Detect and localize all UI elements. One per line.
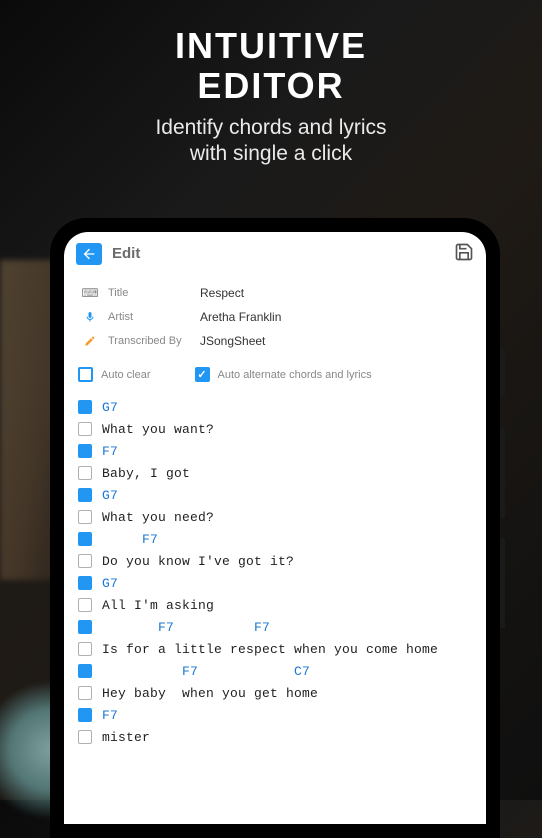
line-checkbox[interactable] — [78, 598, 92, 612]
phone-side-button — [500, 348, 505, 398]
meta-value: Aretha Franklin — [200, 310, 281, 324]
promo-title: INTUITIVE EDITOR — [0, 26, 542, 105]
meta-label: Title — [100, 287, 200, 299]
line-checkbox[interactable] — [78, 488, 92, 502]
song-line[interactable]: G7 — [78, 572, 478, 594]
line-checkbox[interactable] — [78, 730, 92, 744]
line-checkbox[interactable] — [78, 400, 92, 414]
microphone-icon — [80, 311, 100, 323]
auto-alternate-option[interactable]: Auto alternate chords and lyrics — [195, 367, 372, 382]
song-line[interactable]: mister — [78, 726, 478, 748]
auto-clear-option[interactable]: Auto clear — [78, 367, 151, 382]
song-line[interactable]: G7 — [78, 484, 478, 506]
song-line[interactable]: What you want? — [78, 418, 478, 440]
chord-text: F7 — [102, 532, 158, 547]
meta-value: Respect — [200, 286, 244, 300]
line-checkbox[interactable] — [78, 620, 92, 634]
option-label: Auto alternate chords and lyrics — [218, 369, 372, 381]
meta-title-row[interactable]: ⌨ Title Respect — [80, 281, 470, 305]
arrow-left-icon — [81, 246, 97, 262]
meta-label: Transcribed By — [100, 335, 200, 347]
song-metadata: ⌨ Title Respect Artist Aretha Franklin T… — [64, 273, 486, 357]
song-line[interactable]: F7 — [78, 440, 478, 462]
lyric-text: mister — [102, 730, 150, 745]
line-checkbox[interactable] — [78, 708, 92, 722]
chord-text: F7 — [102, 708, 118, 723]
song-line[interactable]: G7 — [78, 396, 478, 418]
line-checkbox[interactable] — [78, 532, 92, 546]
line-checkbox[interactable] — [78, 554, 92, 568]
checkbox-icon — [78, 367, 93, 382]
app-screen: Edit ⌨ Title Respect Artist Aretha Frank… — [64, 232, 486, 824]
chord-text: F7 C7 — [102, 664, 310, 679]
phone-side-button — [500, 428, 505, 518]
back-button[interactable] — [76, 243, 102, 265]
chord-text: F7 F7 — [102, 620, 270, 635]
lyric-text: What you need? — [102, 510, 214, 525]
song-line[interactable]: Do you know I've got it? — [78, 550, 478, 572]
song-line[interactable]: All I'm asking — [78, 594, 478, 616]
song-line[interactable]: Is for a little respect when you come ho… — [78, 638, 478, 660]
line-checkbox[interactable] — [78, 466, 92, 480]
editor-options: Auto clear Auto alternate chords and lyr… — [64, 357, 486, 390]
line-checkbox[interactable] — [78, 422, 92, 436]
chord-text: F7 — [102, 444, 118, 459]
phone-side-button — [500, 538, 505, 628]
checkbox-checked-icon — [195, 367, 210, 382]
chord-text: G7 — [102, 488, 118, 503]
save-button[interactable] — [454, 242, 474, 265]
lyric-text: Do you know I've got it? — [102, 554, 294, 569]
line-checkbox[interactable] — [78, 686, 92, 700]
promo-subtitle: Identify chords and lyrics with single a… — [0, 115, 542, 168]
lyric-text: Is for a little respect when you come ho… — [102, 642, 438, 657]
line-checkbox[interactable] — [78, 444, 92, 458]
lyric-text: All I'm asking — [102, 598, 214, 613]
chord-text: G7 — [102, 400, 118, 415]
meta-artist-row[interactable]: Artist Aretha Franklin — [80, 305, 470, 329]
floppy-disk-icon — [454, 242, 474, 262]
promo-heading: INTUITIVE EDITOR Identify chords and lyr… — [0, 0, 542, 168]
song-line[interactable]: What you need? — [78, 506, 478, 528]
editor-title: Edit — [112, 245, 454, 262]
line-checkbox[interactable] — [78, 576, 92, 590]
phone-frame: Edit ⌨ Title Respect Artist Aretha Frank… — [50, 218, 500, 838]
lyric-text: Baby, I got — [102, 466, 190, 481]
song-line[interactable]: F7 — [78, 704, 478, 726]
pencil-icon — [80, 335, 100, 347]
meta-transcribed-row[interactable]: Transcribed By JSongSheet — [80, 329, 470, 353]
line-checkbox[interactable] — [78, 642, 92, 656]
lyric-text: Hey baby when you get home — [102, 686, 318, 701]
song-lines: G7 What you want? F7 Baby, I got G7 What you … — [64, 390, 486, 748]
meta-value: JSongSheet — [200, 334, 265, 348]
line-checkbox[interactable] — [78, 510, 92, 524]
song-line[interactable]: F7 — [78, 528, 478, 550]
line-checkbox[interactable] — [78, 664, 92, 678]
option-label: Auto clear — [101, 369, 151, 381]
song-line[interactable]: Hey baby when you get home — [78, 682, 478, 704]
song-line[interactable]: F7 F7 — [78, 616, 478, 638]
song-line[interactable]: F7 C7 — [78, 660, 478, 682]
chord-text: G7 — [102, 576, 118, 591]
keyboard-icon: ⌨ — [80, 286, 100, 300]
meta-label: Artist — [100, 311, 200, 323]
editor-topbar: Edit — [64, 232, 486, 273]
lyric-text: What you want? — [102, 422, 214, 437]
song-line[interactable]: Baby, I got — [78, 462, 478, 484]
